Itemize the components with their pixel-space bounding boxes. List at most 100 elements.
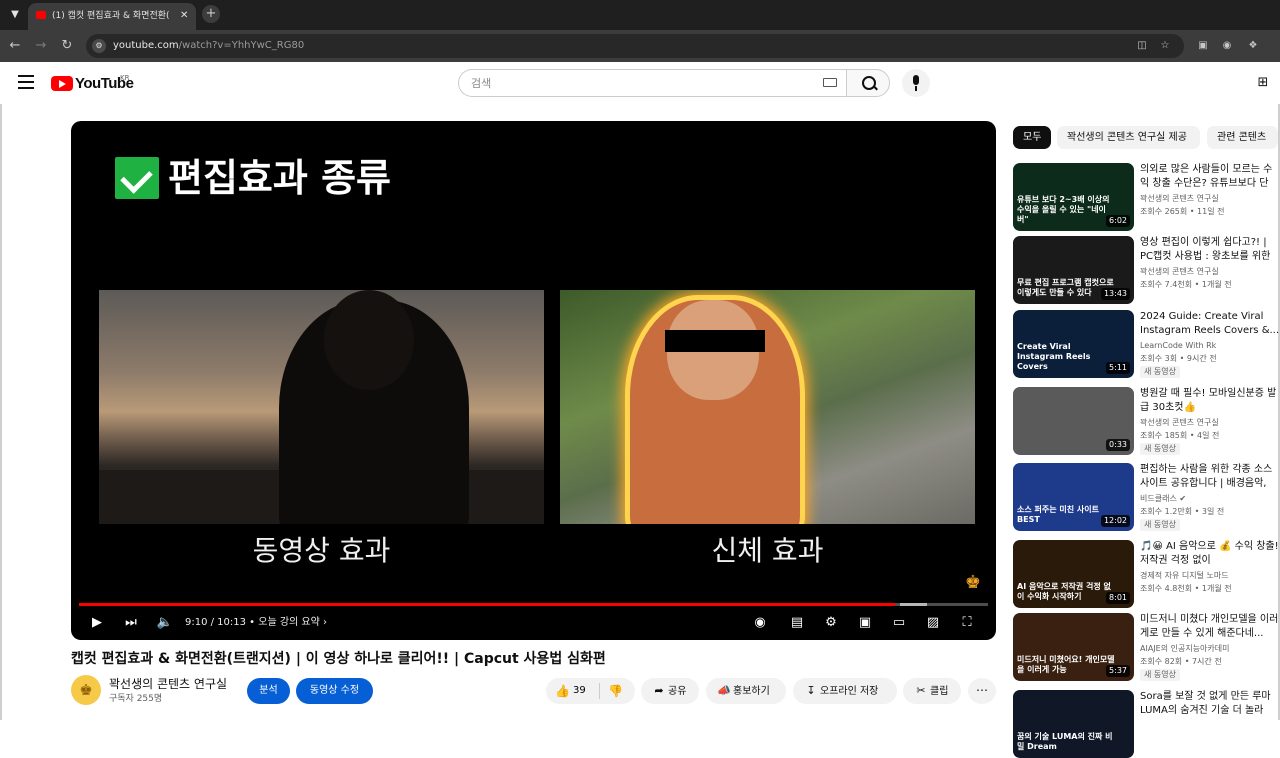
back-arrow-icon[interactable]: ← xyxy=(6,37,24,55)
edit-video-button[interactable]: 동영상 수정 xyxy=(296,678,373,704)
recommendation-meta: 조회수 1.2만회 • 3일 전 xyxy=(1140,507,1225,516)
channel-watermark-icon[interactable]: ♚ xyxy=(960,571,986,595)
active-tab[interactable]: (1) 캡컷 편집효과 & 화면전환( ✕ xyxy=(28,3,196,30)
analytics-button[interactable]: 분석 xyxy=(247,678,290,704)
recommendation-channel[interactable]: 경제적 자유 디지털 노마드 xyxy=(1140,570,1278,582)
channel-name[interactable]: 꽉선생의 콘텐츠 연구실 xyxy=(109,675,227,693)
recommendation-title[interactable]: 미드저니 미쳤다 개인모델을 이러게로 만들 수 있게 해준다네... xyxy=(1140,613,1278,641)
slide-title: 편집효과 종류 xyxy=(168,156,391,200)
recommendation-meta: 조회수 185회 • 4일 전 xyxy=(1140,431,1220,440)
recommendation-item[interactable]: 꿈의 기술 LUMA의 진짜 비밀 Dream Sora를 보잘 것 없게 만든 … xyxy=(1013,690,1278,758)
recommendation-title[interactable]: 🎵😀 AI 음악으로 💰 수익 창출! 저작권 걱정 없이 xyxy=(1140,540,1278,568)
youtube-logo[interactable]: YouTube KR xyxy=(51,74,134,94)
new-video-badge: 새 동영상 xyxy=(1140,443,1180,455)
bookmark-star-icon[interactable]: ☆ xyxy=(1158,39,1172,53)
extension-icon[interactable]: ▣ xyxy=(1196,39,1210,53)
new-tab-plus-icon[interactable]: + xyxy=(202,5,220,23)
recommendation-title[interactable]: 의외로 많은 사람들이 모르는 수익 창출 수단은? 유튜브보다 단 xyxy=(1140,163,1278,191)
recommendation-title[interactable]: 영상 편집이 이렇게 쉽다고?! | PC캡컷 사용법 : 왕초보를 위한 xyxy=(1140,236,1278,264)
recommendation-thumbnail[interactable]: AI 음악으로 저작권 걱정 없이 수익화 시작하기 8:01 xyxy=(1013,540,1134,608)
autoplay-toggle-icon[interactable]: ◉ xyxy=(747,611,773,635)
miniplayer-icon[interactable]: ▣ xyxy=(855,611,875,635)
thumbnail-text: 유튜브 보다 2~3배 이상의 수익을 올릴 수 있는 "네이버" xyxy=(1017,195,1110,224)
theater-mode-icon[interactable]: ▭ xyxy=(889,611,909,635)
volume-icon[interactable]: 🔈 xyxy=(155,611,175,635)
time-display[interactable]: 9:10 / 10:13 • 오늘 강의 요약 › xyxy=(185,611,327,635)
recommendation-channel[interactable]: LearnCode With Rk xyxy=(1140,340,1278,352)
hamburger-menu-icon[interactable] xyxy=(18,75,34,89)
install-app-icon[interactable]: ◫ xyxy=(1135,39,1149,53)
video-player[interactable]: 편집효과 종류 동영상 효과 신체 효과 ♚ ▶ ⏭ 🔈 9:10 / 10:1… xyxy=(71,121,996,640)
promote-button[interactable]: 📣 홍보하기 xyxy=(706,678,786,704)
cast-icon[interactable]: ▨ xyxy=(923,611,943,635)
browser-tabbar: ▼ (1) 캡컷 편집효과 & 화면전환( ✕ + xyxy=(0,0,1280,30)
recommendation-channel[interactable]: 꽉선생의 콘텐츠 연구실 xyxy=(1140,266,1278,278)
chip-all[interactable]: 모두 xyxy=(1013,126,1051,149)
subtitles-icon[interactable]: ▤ xyxy=(787,611,807,635)
recommendation-item[interactable]: AI 음악으로 저작권 걱정 없이 수익화 시작하기 8:01 🎵😀 AI 음악으로… xyxy=(1013,540,1278,608)
recommendation-thumbnail[interactable]: 미드저니 미쳤어요! 개인모델을 이러게 가능 5:37 xyxy=(1013,613,1134,681)
recommendation-thumbnail[interactable]: Create Viral Instagram Reels Covers 5:11 xyxy=(1013,310,1134,378)
recommendation-thumbnail[interactable]: 0:33 xyxy=(1013,387,1134,455)
settings-gear-icon[interactable]: ⚙ xyxy=(821,611,841,635)
recommendation-thumbnail[interactable]: 무료 편집 프로그램 캡컷으로 이렇게도 만들 수 있다 13:43 xyxy=(1013,236,1134,304)
address-toolbar: ← → ↻ ⚙ youtube.com/watch?v=YhhYwC_RG80 … xyxy=(0,30,1280,62)
voice-search-mic-icon[interactable] xyxy=(902,69,930,97)
clip-button[interactable]: ✂ 클립 xyxy=(903,678,961,704)
recommendation-title[interactable]: 병원갈 때 필수! 모바일신분증 발급 30초컷👍 xyxy=(1140,387,1278,415)
recommendation-thumbnail[interactable]: 꿈의 기술 LUMA의 진짜 비밀 Dream xyxy=(1013,690,1134,758)
recommendation-item[interactable]: 소스 퍼주는 미친 사이트 BEST 12:02 편집하는 사람을 위한 각종 소스… xyxy=(1013,463,1278,531)
thumbs-down-icon[interactable]: 👎 xyxy=(608,678,623,704)
play-icon[interactable]: ▶ xyxy=(87,611,107,635)
recommendation-item[interactable]: 유튜브 보다 2~3배 이상의 수익을 올릴 수 있는 "네이버" 6:02 의외로… xyxy=(1013,163,1278,231)
search-button[interactable] xyxy=(846,69,890,97)
chip-channel[interactable]: 꽉선생의 콘텐츠 연구실 제공 xyxy=(1057,126,1200,149)
duration-badge: 12:02 xyxy=(1100,515,1130,527)
like-count[interactable]: 39 xyxy=(573,678,586,704)
offline-save-button[interactable]: ↧ 오프라인 저장 xyxy=(793,678,897,704)
chip-related[interactable]: 관련 콘텐츠 xyxy=(1207,126,1278,149)
recommendation-item[interactable]: 미드저니 미쳤어요! 개인모델을 이러게 가능 5:37 미드저니 미쳤다 개인모델… xyxy=(1013,613,1278,681)
extensions-puzzle-icon[interactable]: ❖ xyxy=(1246,39,1260,53)
offline-label: 오프라인 저장 xyxy=(820,686,879,697)
keyboard-icon[interactable] xyxy=(823,78,837,87)
recommendation-thumbnail[interactable]: 유튜브 보다 2~3배 이상의 수익을 올릴 수 있는 "네이버" 6:02 xyxy=(1013,163,1134,231)
recommendation-item[interactable]: 0:33 병원갈 때 필수! 모바일신분증 발급 30초컷👍 꽉선생의 콘텐츠 연구… xyxy=(1013,387,1278,455)
thumbnail-text: 꿈의 기술 LUMA의 진짜 비밀 Dream xyxy=(1017,732,1113,751)
recommendation-item[interactable]: 무료 편집 프로그램 캡컷으로 이렇게도 만들 수 있다 13:43 영상 편집이 … xyxy=(1013,236,1278,304)
body-effect-frame xyxy=(560,290,975,524)
recommendation-meta: 조회수 3회 • 9시간 전 xyxy=(1140,354,1217,363)
recommendation-channel[interactable]: AIAJE의 인공지능아카데미 xyxy=(1140,643,1278,655)
tab-close-icon[interactable]: ✕ xyxy=(180,8,192,24)
recommendation-title[interactable]: 편집하는 사람을 위한 각종 소스 사이트 공유합니다 | 배경음악, xyxy=(1140,463,1278,491)
channel-avatar[interactable]: ♚ xyxy=(71,675,101,705)
recommendation-title[interactable]: 2024 Guide: Create Viral Instagram Reels… xyxy=(1140,310,1278,338)
site-info-icon[interactable]: ⚙ xyxy=(92,39,106,53)
extension-compass-icon[interactable]: ◉ xyxy=(1220,39,1234,53)
recommendation-thumbnail[interactable]: 소스 퍼주는 미친 사이트 BEST 12:02 xyxy=(1013,463,1134,531)
url-text[interactable]: youtube.com/watch?v=YhhYwC_RG80 xyxy=(113,39,304,53)
reload-icon[interactable]: ↻ xyxy=(58,37,76,55)
recommendation-title[interactable]: Sora를 보잘 것 없게 만든 루마 LUMA의 숨겨진 기술 더 놀라 xyxy=(1140,690,1278,718)
new-video-badge: 새 동영상 xyxy=(1140,366,1180,378)
window-border-left xyxy=(0,62,2,720)
recommendation-channel[interactable]: 꽉선생의 콘텐츠 연구실 xyxy=(1140,417,1278,429)
recommendation-channel[interactable]: 비드클래스 ✔ xyxy=(1140,493,1278,505)
share-button[interactable]: ➦ 공유 xyxy=(641,678,699,704)
fullscreen-icon[interactable]: ⛶ xyxy=(957,611,977,635)
search-input[interactable] xyxy=(471,75,801,91)
tab-search-chevron-icon[interactable]: ▼ xyxy=(6,6,24,24)
youtube-favicon-icon xyxy=(36,11,46,19)
share-label: 공유 xyxy=(668,686,687,697)
next-icon[interactable]: ⏭ xyxy=(121,611,141,635)
thumbs-up-icon[interactable]: 👍 xyxy=(555,678,570,704)
more-actions-icon[interactable]: ⋯ xyxy=(968,678,996,704)
address-bar[interactable]: ⚙ youtube.com/watch?v=YhhYwC_RG80 ◫ ☆ xyxy=(86,34,1184,58)
progress-bar[interactable] xyxy=(79,603,988,606)
recommendation-channel[interactable]: 꽉선생의 콘텐츠 연구실 xyxy=(1140,193,1278,205)
recommendation-meta: 조회수 265회 • 11일 전 xyxy=(1140,207,1225,216)
share-arrow-icon: ➦ xyxy=(654,684,664,697)
create-video-icon[interactable]: ⊞ xyxy=(1254,75,1272,91)
recommendation-item[interactable]: Create Viral Instagram Reels Covers 5:11 2… xyxy=(1013,310,1278,378)
forward-arrow-icon[interactable]: → xyxy=(32,37,50,55)
